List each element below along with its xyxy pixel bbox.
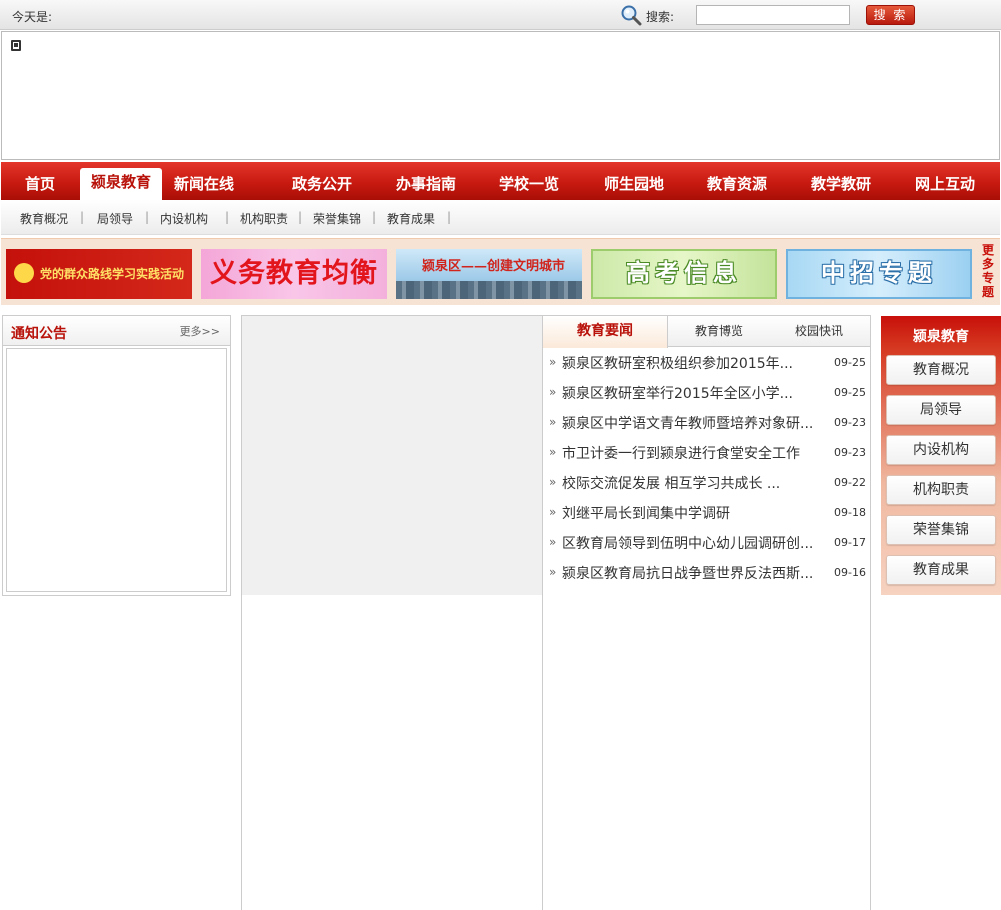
- news-date: 09-16: [834, 566, 866, 579]
- bullet-arrow-icon: »: [549, 355, 557, 369]
- promo-banner-label: 党的群众路线学习实践活动专题: [40, 267, 185, 281]
- news-date: 09-17: [834, 536, 866, 549]
- news-date: 09-23: [834, 446, 866, 459]
- news-title[interactable]: 市卫计委一行到颍泉进行食堂安全工作: [562, 443, 827, 463]
- news-date: 09-18: [834, 506, 866, 519]
- sub-nav-separator: |: [372, 210, 377, 224]
- sub-nav-separator: |: [80, 210, 85, 224]
- search-button[interactable]: 搜 索: [866, 5, 915, 25]
- news-title[interactable]: 颍泉区教育局抗日战争暨世界反法西斯...: [562, 563, 827, 583]
- sub-nav-item-honors[interactable]: 荣誉集锦: [313, 210, 361, 227]
- news-title[interactable]: 颍泉区教研室举行2015年全区小学...: [562, 383, 827, 403]
- plugin-placeholder-icon: [11, 40, 21, 51]
- main-nav: 首页 颍泉教育 新闻在线 政务公开 办事指南 学校一览 师生园地 教育资源 教学…: [1, 162, 1000, 200]
- main-nav-item-teachers-students[interactable]: 师生园地: [589, 162, 679, 200]
- date-label: 今天是:: [12, 10, 53, 24]
- photo-slideshow[interactable]: [242, 316, 542, 595]
- main-nav-item-yingquan-education[interactable]: 颍泉教育: [80, 168, 162, 200]
- promo-strip: 党的群众路线学习实践活动专题 义务教育均衡发展 颍泉区——创建文明城市 高考信息…: [1, 238, 1000, 305]
- news-item[interactable]: » 颍泉区教育局抗日战争暨世界反法西斯... 09-16: [543, 558, 870, 588]
- tab-education-expo[interactable]: 教育博览: [669, 316, 769, 347]
- sub-nav-separator: |: [447, 210, 452, 224]
- news-title[interactable]: 区教育局领导到伍明中心幼儿园调研创...: [562, 533, 827, 553]
- main-nav-item-online-interaction[interactable]: 网上互动: [900, 162, 990, 200]
- news-item[interactable]: » 颍泉区教研室积极组织参加2015年... 09-25: [543, 348, 870, 378]
- search-label: 搜索:: [646, 10, 675, 24]
- sidebar-item-departments[interactable]: 内设机构: [886, 435, 996, 465]
- sub-nav-item-departments[interactable]: 内设机构: [160, 210, 208, 227]
- bullet-arrow-icon: »: [549, 505, 557, 519]
- news-title[interactable]: 校际交流促发展 相互学习共成长 ...: [562, 473, 827, 493]
- promo-banner-gaokao[interactable]: 高考信息: [591, 249, 777, 299]
- bullet-arrow-icon: »: [549, 535, 557, 549]
- notice-title: 通知公告: [11, 326, 67, 342]
- bullet-arrow-icon: »: [549, 445, 557, 459]
- sub-nav-item-leaders[interactable]: 局领导: [97, 210, 133, 227]
- promo-banner-balanced-education[interactable]: 义务教育均衡发展: [201, 249, 387, 299]
- bullet-arrow-icon: »: [549, 415, 557, 429]
- promo-banner-civilized-city[interactable]: 颍泉区——创建文明城市: [396, 249, 582, 299]
- news-item[interactable]: » 校际交流促发展 相互学习共成长 ... 09-22: [543, 468, 870, 498]
- sub-nav-separator: |: [145, 210, 150, 224]
- news-date: 09-22: [834, 476, 866, 489]
- party-emblem-icon: [14, 263, 34, 283]
- tab-campus-news[interactable]: 校园快讯: [769, 316, 869, 347]
- news-title[interactable]: 刘继平局长到闻集中学调研: [562, 503, 827, 523]
- news-title[interactable]: 颍泉区中学语文青年教师暨培养对象研...: [562, 413, 827, 433]
- news-title[interactable]: 颍泉区教研室积极组织参加2015年...: [562, 353, 827, 373]
- sub-nav-separator: |: [298, 210, 303, 224]
- notice-more-link[interactable]: 更多>>: [180, 323, 220, 339]
- sidebar-item-leaders[interactable]: 局领导: [886, 395, 996, 425]
- more-topics-link[interactable]: 更多专题: [978, 243, 998, 303]
- news-date: 09-25: [834, 356, 866, 369]
- sub-nav-separator: |: [225, 210, 230, 224]
- promo-banner-zhongzhao[interactable]: 中招专题: [786, 249, 972, 299]
- sub-nav: 教育概况 | 局领导 | 内设机构 | 机构职责 | 荣誉集锦 | 教育成果 |: [1, 200, 1000, 235]
- news-date: 09-23: [834, 416, 866, 429]
- notice-list: [6, 348, 227, 592]
- top-bar: 今天是: 搜索: 搜 索: [0, 0, 1001, 30]
- main-nav-item-teaching-research[interactable]: 教学教研: [796, 162, 886, 200]
- bullet-arrow-icon: »: [549, 385, 557, 399]
- promo-banner-label: 颍泉区——创建文明城市: [422, 259, 566, 274]
- sub-nav-item-overview[interactable]: 教育概况: [20, 210, 68, 227]
- photo-column: [241, 315, 543, 910]
- news-item[interactable]: » 区教育局领导到伍明中心幼儿园调研创... 09-17: [543, 528, 870, 558]
- news-item[interactable]: » 市卫计委一行到颍泉进行食堂安全工作 09-23: [543, 438, 870, 468]
- bullet-arrow-icon: »: [549, 565, 557, 579]
- sub-nav-item-responsibilities[interactable]: 机构职责: [240, 210, 288, 227]
- sidebar-item-overview[interactable]: 教育概况: [886, 355, 996, 385]
- search-icon: [620, 4, 642, 26]
- promo-banner-party-line[interactable]: 党的群众路线学习实践活动专题: [6, 249, 192, 299]
- yingquan-education-sidebar: 颍泉教育 教育概况 局领导 内设机构 机构职责 荣誉集锦 教育成果: [881, 316, 1001, 595]
- news-list: » 颍泉区教研室积极组织参加2015年... 09-25 » 颍泉区教研室举行2…: [543, 348, 870, 588]
- city-skyline-image: [396, 281, 582, 299]
- news-item[interactable]: » 刘继平局长到闻集中学调研 09-18: [543, 498, 870, 528]
- sidebar-item-achievements[interactable]: 教育成果: [886, 555, 996, 585]
- news-item[interactable]: » 颍泉区教研室举行2015年全区小学... 09-25: [543, 378, 870, 408]
- main-nav-item-schools[interactable]: 学校一览: [484, 162, 574, 200]
- news-tabs: 教育要闻 教育博览 校园快讯: [543, 316, 870, 348]
- news-panel: 教育要闻 教育博览 校园快讯 » 颍泉区教研室积极组织参加2015年... 09…: [543, 315, 871, 910]
- main-nav-item-resources[interactable]: 教育资源: [692, 162, 782, 200]
- sub-nav-item-achievements[interactable]: 教育成果: [387, 210, 435, 227]
- search-input[interactable]: [696, 5, 850, 25]
- main-nav-item-home[interactable]: 首页: [0, 162, 85, 200]
- main-nav-item-service-guide[interactable]: 办事指南: [381, 162, 471, 200]
- news-item[interactable]: » 颍泉区中学语文青年教师暨培养对象研... 09-23: [543, 408, 870, 438]
- bullet-arrow-icon: »: [549, 475, 557, 489]
- flash-banner: [1, 31, 1000, 160]
- notice-panel: 通知公告 更多>>: [2, 315, 231, 596]
- main-nav-item-government-affairs[interactable]: 政务公开: [277, 162, 367, 200]
- main-nav-item-news-online[interactable]: 新闻在线: [159, 162, 249, 200]
- news-date: 09-25: [834, 386, 866, 399]
- tab-education-news[interactable]: 教育要闻: [543, 316, 668, 348]
- sidebar-title: 颍泉教育: [913, 329, 969, 345]
- sidebar-item-honors[interactable]: 荣誉集锦: [886, 515, 996, 545]
- notice-header: 通知公告 更多>>: [3, 316, 230, 346]
- sidebar-item-responsibilities[interactable]: 机构职责: [886, 475, 996, 505]
